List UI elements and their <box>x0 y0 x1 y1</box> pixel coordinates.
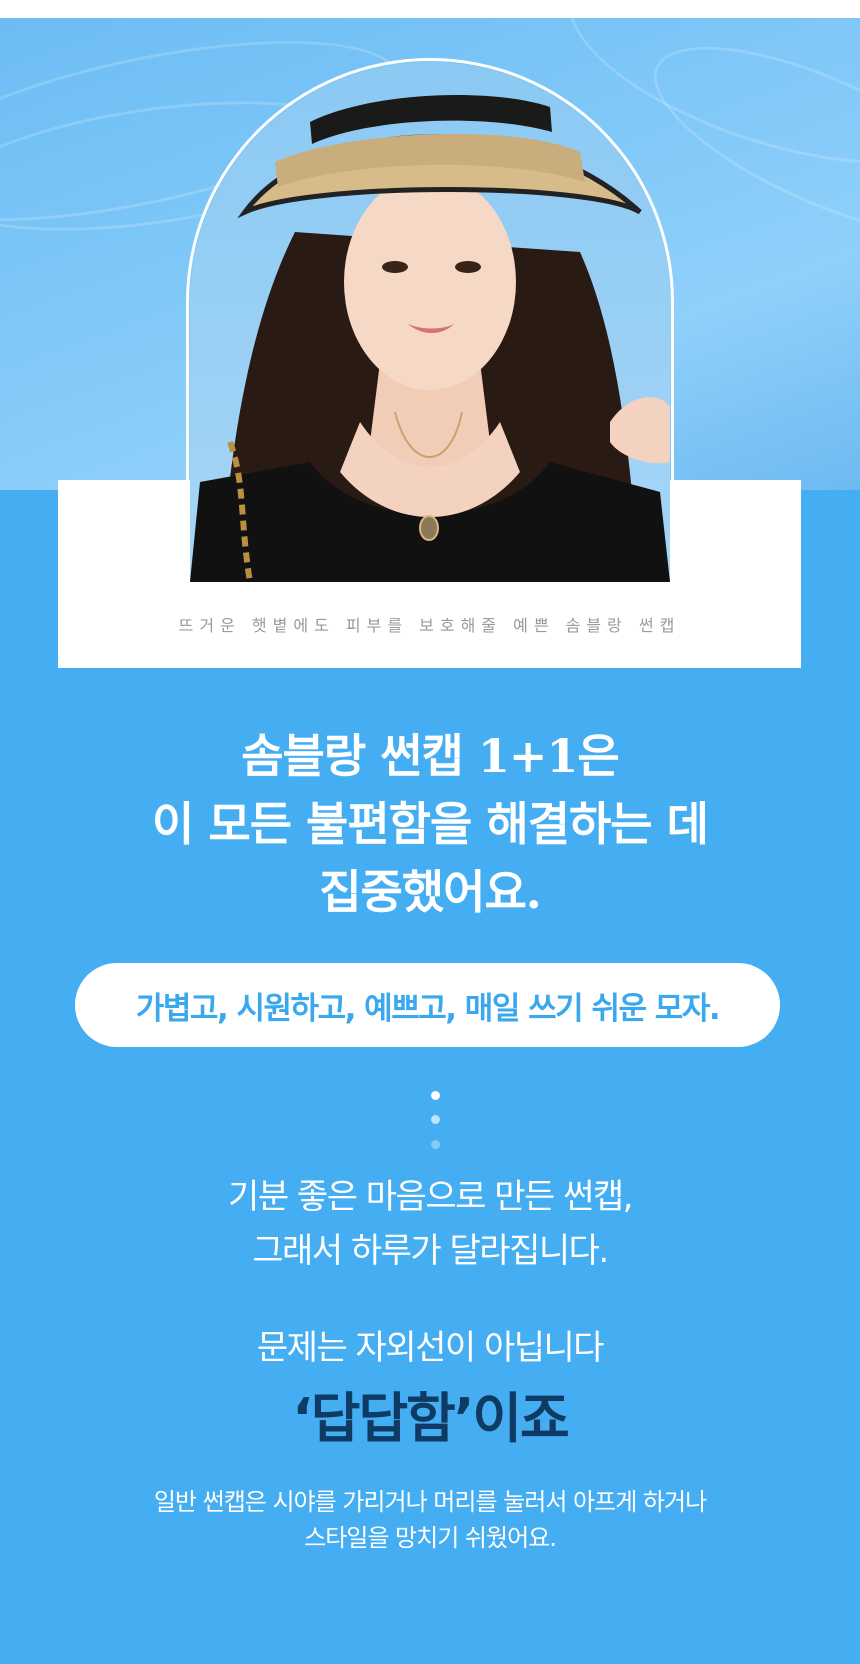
arch-frame <box>186 58 674 598</box>
headline-line-1: 솜블랑 썬캡 1+1은 <box>241 729 620 783</box>
problem-lead: 문제는 자외선이 아닙니다 <box>256 1328 605 1368</box>
dot-icon <box>431 1140 440 1149</box>
feature-pill-text: 가볍고, 시원하고, 예쁘고, 매일 쓰기 쉬운 모자. <box>135 990 721 1027</box>
mood-line-1: 기분 좋은 마음으로 만든 썬캡, <box>228 1177 633 1217</box>
body-text: 일반 썬캡은 시야를 가리거나 머리를 눌러서 아프게 하거나 스타일을 망치기… <box>40 1484 820 1556</box>
problem-emphasis: ‘답답함’이죠 <box>292 1387 569 1450</box>
feature-pill: 가볍고, 시원하고, 예쁘고, 매일 쓰기 쉬운 모자. <box>75 963 780 1047</box>
main-headline: 솜블랑 썬캡 1+1은 이 모든 불편함을 해결하는 데 집중했어요. <box>60 722 800 926</box>
body-line-1: 일반 썬캡은 시야를 가리거나 머리를 눌러서 아프게 하거나 <box>153 1488 707 1516</box>
mood-text: 기분 좋은 마음으로 만든 썬캡, 그래서 하루가 달라집니다. <box>60 1170 800 1278</box>
top-white-strip <box>0 0 860 18</box>
headline-line-3: 집중했어요. <box>319 865 542 919</box>
dot-icon <box>431 1091 440 1100</box>
body-line-2: 스타일을 망치기 쉬웠어요. <box>304 1524 557 1552</box>
mood-line-2: 그래서 하루가 달라집니다. <box>252 1231 609 1271</box>
product-detail-page: 뜨거운 햇볕에도 피부를 보호해줄 예쁜 솜블랑 썬캡 솜블랑 썬캡 1+1은 … <box>0 0 860 1664</box>
photo-caption: 뜨거운 햇볕에도 피부를 보호해줄 예쁜 솜블랑 썬캡 <box>178 616 681 635</box>
headline-line-2: 이 모든 불편함을 해결하는 데 <box>152 797 709 851</box>
dot-icon <box>431 1115 440 1124</box>
